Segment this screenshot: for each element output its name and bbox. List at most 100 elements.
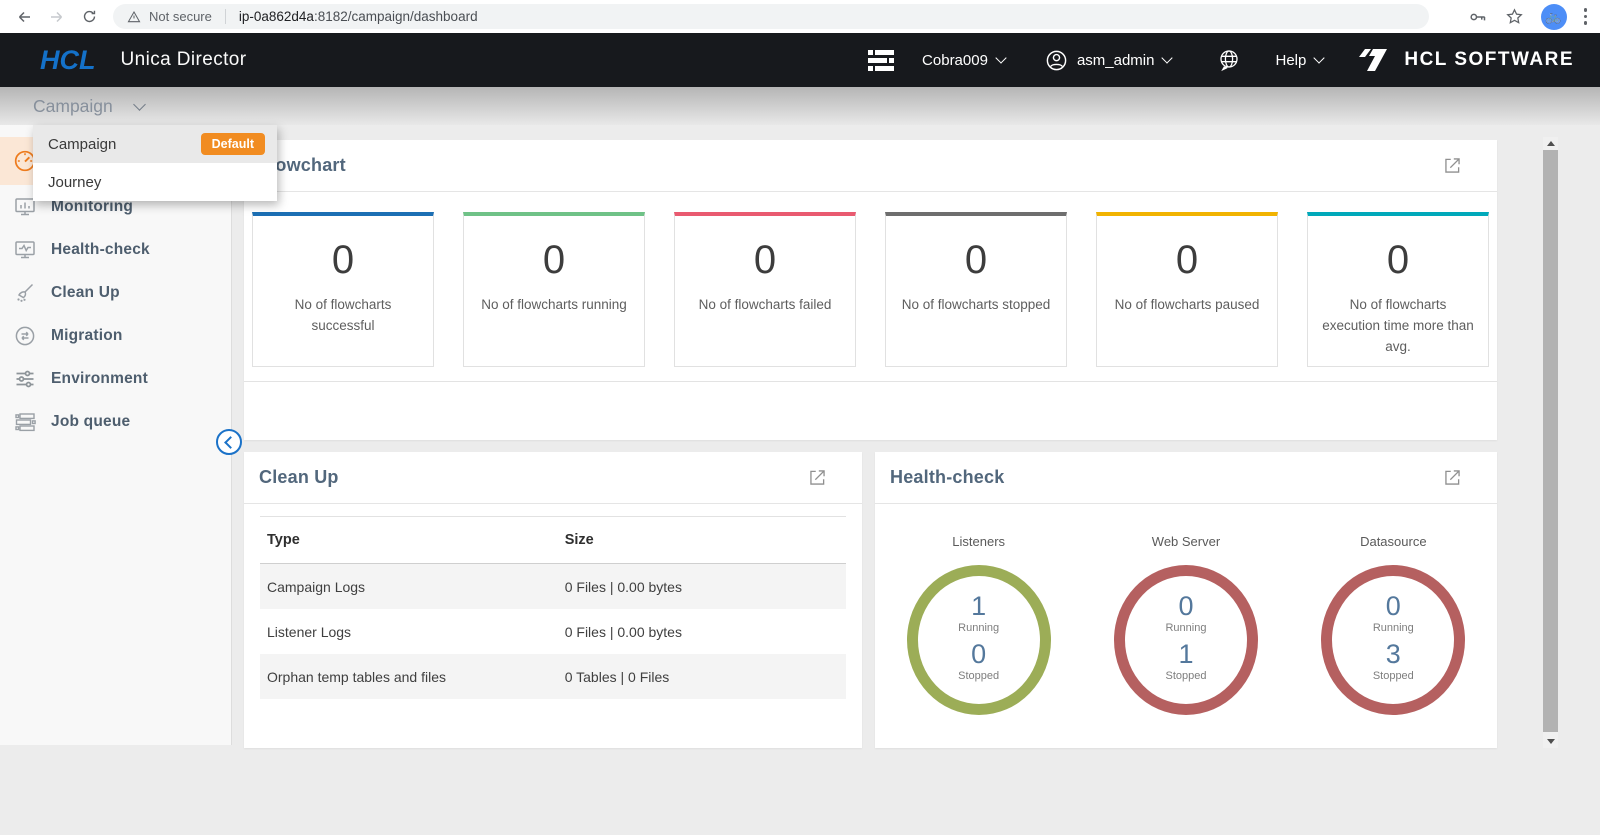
stopped-count: 0 [971,640,986,668]
flowchart-panel-divider [244,381,1497,382]
chevron-down-icon [1314,52,1325,63]
healthcheck-panel: Health-check Listeners 1 Running 0 Stopp… [875,452,1497,748]
password-key-icon[interactable] [1468,7,1488,27]
sidebar-item-job-queue[interactable]: Job queue [0,400,231,443]
sidebar-item-label: Clean Up [51,284,120,302]
open-cleanup-icon[interactable] [807,467,828,488]
running-count: 0 [1178,592,1193,620]
stopped-label: Stopped [958,670,999,682]
language-globe-icon[interactable] [1217,48,1241,72]
browser-profile-avatar[interactable]: 🚲 [1541,4,1567,30]
app-title: Unica Director [121,49,247,71]
help-label: Help [1275,52,1306,69]
stat-label: No of flowcharts paused [1097,294,1277,315]
url-text: ip-0a862d4a:8182/campaign/dashboard [239,9,478,24]
chevron-down-icon [133,98,146,111]
gauge-circle: 0 Running 1 Stopped [1114,565,1258,715]
chevron-left-icon [224,436,237,449]
menu-item-journey[interactable]: Journey [33,163,277,201]
address-bar[interactable]: Not secure ip-0a862d4a:8182/campaign/das… [113,4,1429,29]
stat-label: No of flowcharts successful [253,294,433,336]
column-size: Size [565,532,846,548]
bookmark-star-icon[interactable] [1505,7,1524,26]
chevron-down-icon [1162,52,1173,63]
stopped-label: Stopped [1373,670,1414,682]
product-selector[interactable]: Campaign [33,96,144,117]
browser-back-button[interactable] [15,8,33,26]
queue-icon [12,409,38,435]
stat-card-stopped: 0 No of flowcharts stopped [885,212,1067,367]
broom-icon [12,280,38,306]
stat-card-successful: 0 No of flowcharts successful [252,212,434,367]
browser-forward-button[interactable] [48,8,66,26]
sidebar-item-environment[interactable]: Environment [0,357,231,400]
sidebar-item-label: Health-check [51,241,150,259]
cleanup-panel-title: Clean Up [259,467,339,488]
help-menu[interactable]: Help [1275,52,1323,69]
stat-label: No of flowcharts stopped [886,294,1066,315]
healthcheck-panel-title: Health-check [890,467,1004,488]
running-count: 0 [1386,592,1401,620]
row-type: Campaign Logs [260,579,565,595]
browser-menu-icon[interactable] [1584,8,1588,25]
table-row: Listener Logs 0 Files | 0.00 bytes [260,609,846,654]
flowchart-panel: Flowchart 0 No of flowcharts successful … [244,140,1497,440]
cleanup-table: Type Size Campaign Logs 0 Files | 0.00 b… [260,516,846,699]
url-host: ip-0a862d4a [239,9,314,24]
running-count: 1 [971,592,986,620]
gauge-name: Listeners [875,534,1082,549]
open-healthcheck-icon[interactable] [1442,467,1463,488]
cleanup-table-header: Type Size [260,516,846,564]
product-dropdown-menu: Campaign Default Journey [33,125,277,201]
gauge-web-server: Web Server 0 Running 1 Stopped [1082,504,1289,715]
table-row: Campaign Logs 0 Files | 0.00 bytes [260,564,846,609]
open-flowchart-icon[interactable] [1442,155,1463,176]
stat-label: No of flowcharts execution time more tha… [1308,294,1488,357]
content-scrollbar[interactable] [1543,137,1558,748]
product-selector-label: Campaign [33,96,113,117]
stat-label: No of flowcharts failed [675,294,855,315]
stat-value: 0 [1308,240,1488,280]
menu-item-campaign[interactable]: Campaign Default [33,125,277,163]
apps-switcher-icon[interactable] [868,50,894,71]
table-row: Orphan temp tables and files 0 Tables | … [260,654,846,699]
menu-item-label: Campaign [48,136,116,153]
running-label: Running [958,622,999,634]
stopped-label: Stopped [1165,670,1206,682]
partition-name: Cobra009 [922,52,988,69]
gauge-circle: 1 Running 0 Stopped [907,565,1051,715]
sidebar-item-health-check[interactable]: Health-check [0,228,231,271]
row-type: Orphan temp tables and files [260,669,565,685]
scrollbar-thumb[interactable] [1543,150,1558,732]
stat-card-exec-time: 0 No of flowcharts execution time more t… [1307,212,1489,367]
hcl-software-mark-icon [1355,47,1391,73]
browser-reload-button[interactable] [81,8,98,25]
default-badge: Default [201,133,265,155]
gauge-listeners: Listeners 1 Running 0 Stopped [875,504,1082,715]
stat-card-failed: 0 No of flowcharts failed [674,212,856,367]
row-type: Listener Logs [260,624,565,640]
monitor-pulse-icon [12,237,38,263]
running-label: Running [1165,622,1206,634]
scroll-down-icon[interactable] [1543,735,1558,748]
scroll-up-icon[interactable] [1543,137,1558,150]
stat-label: No of flowcharts running [464,294,644,315]
partition-selector[interactable]: Cobra009 [922,52,1005,69]
sliders-icon [12,366,38,392]
gauge-circle: 0 Running 3 Stopped [1321,565,1465,715]
stat-value: 0 [253,240,433,280]
stat-value: 0 [464,240,644,280]
sidebar-item-migration[interactable]: Migration [0,314,231,357]
sidebar-item-label: Job queue [51,413,130,431]
sidebar-item-clean-up[interactable]: Clean Up [0,271,231,314]
gauge-name: Datasource [1290,534,1497,549]
sidebar-item-label: Environment [51,370,148,388]
hcl-software-text: HCL SOFTWARE [1404,49,1574,71]
stat-card-paused: 0 No of flowcharts paused [1096,212,1278,367]
stat-value: 0 [886,240,1066,280]
gauge-datasource: Datasource 0 Running 3 Stopped [1290,504,1497,715]
user-icon [1045,49,1068,72]
sidebar-collapse-button[interactable] [216,429,242,455]
migration-icon [12,323,38,349]
user-menu[interactable]: asm_admin [1045,49,1172,72]
